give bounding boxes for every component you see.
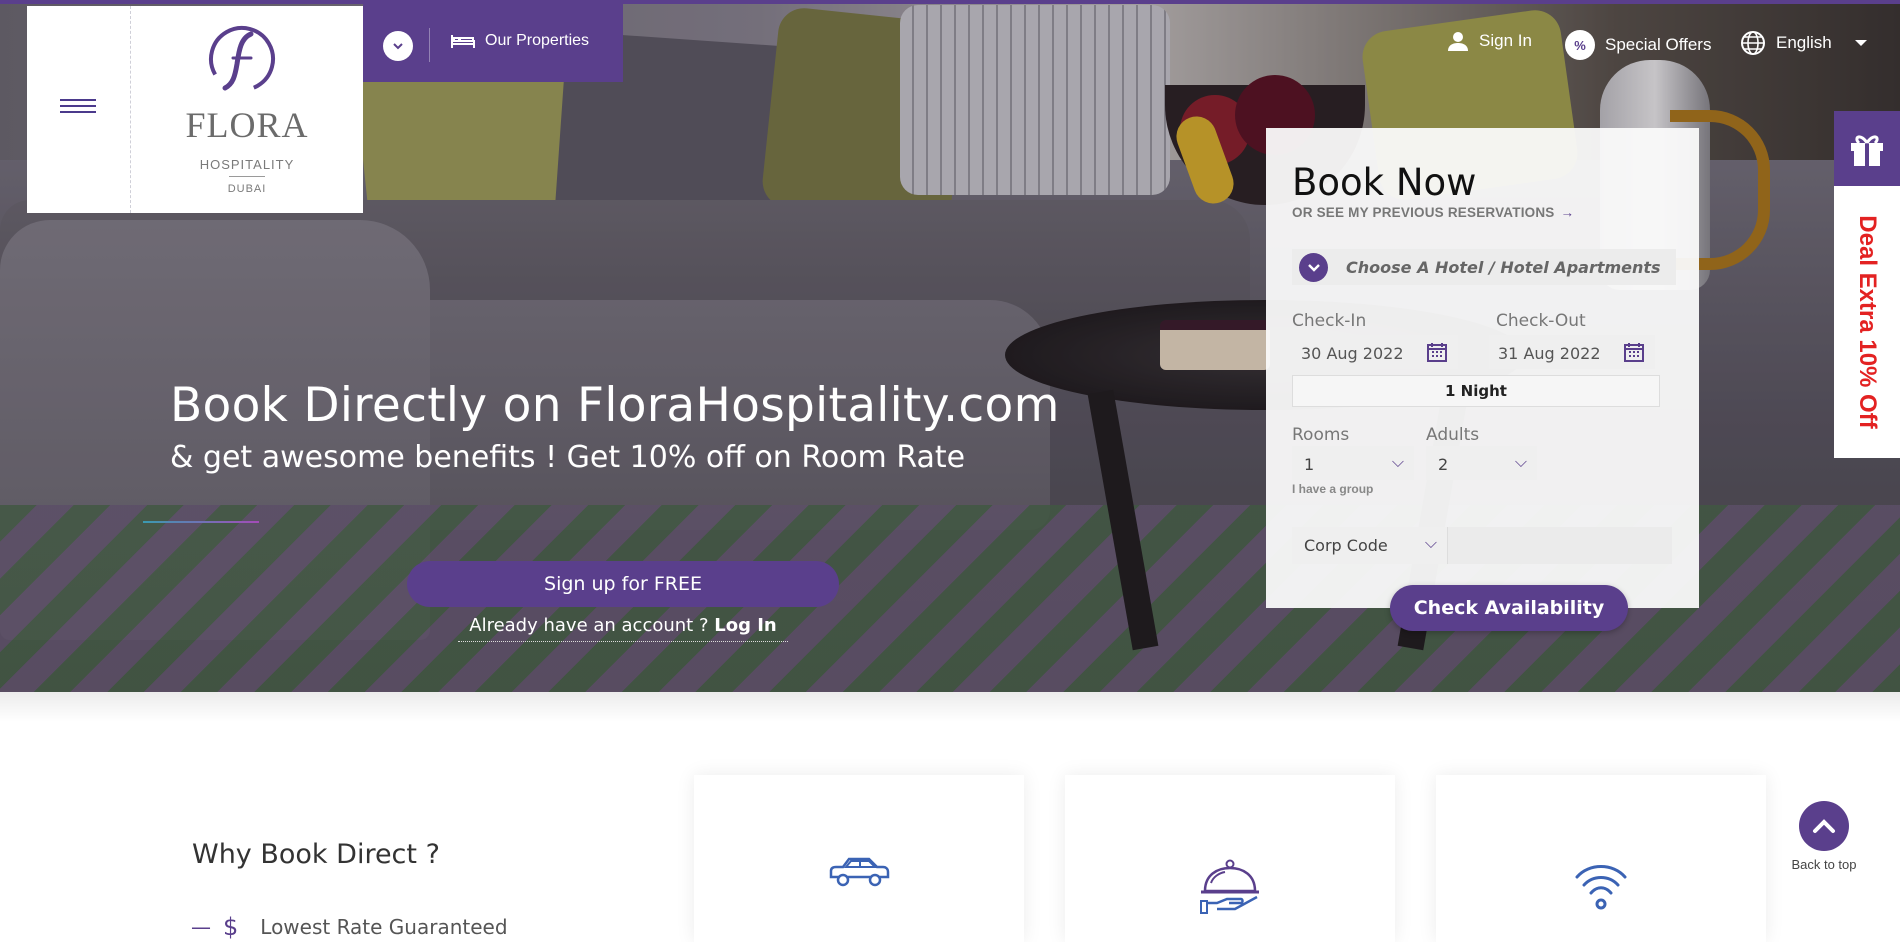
hotel-select[interactable]: Choose A Hotel / Hotel Apartments bbox=[1292, 249, 1676, 285]
hero-subtitle: & get awesome benefits ! Get 10% off on … bbox=[170, 440, 966, 475]
sign-in-label: Sign In bbox=[1479, 31, 1532, 50]
special-offers-link[interactable]: % Special Offers bbox=[1565, 30, 1711, 60]
gift-icon bbox=[1851, 135, 1883, 166]
brand-divider bbox=[229, 176, 265, 177]
user-icon bbox=[1448, 32, 1468, 51]
benefit-label: Lowest Rate Guaranteed bbox=[260, 915, 508, 939]
check-out-label: Check-Out bbox=[1496, 311, 1586, 331]
globe-icon bbox=[1741, 31, 1765, 55]
offer-badge-icon: % bbox=[1565, 30, 1595, 60]
check-in-label: Check-In bbox=[1292, 311, 1367, 331]
previous-reservations-label: OR SEE MY PREVIOUS RESERVATIONS bbox=[1292, 205, 1555, 220]
dash-icon: — bbox=[191, 915, 211, 939]
bed-icon bbox=[451, 35, 475, 48]
check-in-value: 30 Aug 2022 bbox=[1301, 344, 1404, 363]
properties-bar: Our Properties bbox=[363, 4, 623, 82]
hero-shadow bbox=[0, 692, 1900, 722]
deal-label: Deal Extra 10% Off bbox=[1854, 215, 1881, 429]
adults-select[interactable]: 2 ⌵ bbox=[1426, 446, 1537, 480]
hero-underline bbox=[143, 521, 259, 523]
arrow-right-icon: → bbox=[1560, 205, 1575, 220]
page: FLORA HOSPITALITY DUBAI Our Properties S… bbox=[0, 0, 1900, 942]
car-icon bbox=[829, 857, 890, 887]
brand-name: FLORA bbox=[185, 105, 309, 145]
chevron-down-icon bbox=[393, 43, 403, 50]
brand-location: DUBAI bbox=[227, 183, 267, 195]
wifi-icon bbox=[1575, 865, 1627, 910]
hero-title: Book Directly on FloraHospitality.com bbox=[170, 378, 1060, 433]
benefit-card bbox=[694, 775, 1024, 942]
check-in-date-field[interactable]: 30 Aug 2022 bbox=[1292, 335, 1458, 369]
adults-value: 2 bbox=[1438, 455, 1449, 474]
login-link[interactable]: Log In bbox=[714, 615, 777, 636]
caret-down-icon bbox=[1854, 40, 1867, 46]
chevron-down-icon: ⌵ bbox=[1424, 533, 1437, 552]
rooms-select[interactable]: 1 ⌵ bbox=[1292, 446, 1414, 480]
properties-dropdown-button[interactable] bbox=[383, 31, 413, 61]
language-selector[interactable]: English bbox=[1740, 30, 1868, 56]
benefit-card bbox=[1436, 775, 1766, 942]
back-to-top-label: Back to top bbox=[1791, 857, 1857, 872]
login-prompt-text: Already have an account ? bbox=[469, 615, 709, 636]
rooms-value: 1 bbox=[1304, 455, 1315, 474]
booking-panel: Book Now OR SEE MY PREVIOUS RESERVATIONS… bbox=[1266, 128, 1699, 608]
check-out-value: 31 Aug 2022 bbox=[1498, 344, 1601, 363]
our-properties-link[interactable]: Our Properties bbox=[451, 32, 589, 50]
hamburger-menu-icon[interactable] bbox=[60, 99, 96, 115]
sign-in-link[interactable]: Sign In bbox=[1447, 30, 1532, 52]
corp-code-label: Corp Code bbox=[1304, 536, 1388, 555]
our-properties-label: Our Properties bbox=[485, 32, 590, 49]
language-label: English bbox=[1776, 33, 1832, 52]
chevron-up-icon bbox=[1799, 801, 1849, 851]
chevron-down-icon: ⌵ bbox=[1514, 452, 1527, 471]
previous-reservations-link[interactable]: OR SEE MY PREVIOUS RESERVATIONS → bbox=[1292, 205, 1574, 220]
calendar-icon bbox=[1624, 343, 1644, 362]
group-booking-link[interactable]: I have a group bbox=[1292, 482, 1373, 496]
benefit-card bbox=[1065, 775, 1395, 942]
adults-label: Adults bbox=[1426, 425, 1480, 445]
flora-logo-icon[interactable] bbox=[207, 24, 277, 94]
corp-code-input[interactable] bbox=[1447, 527, 1672, 564]
why-book-direct-title: Why Book Direct ? bbox=[192, 839, 440, 870]
room-service-icon bbox=[1200, 859, 1259, 914]
back-to-top-button[interactable]: Back to top bbox=[1788, 801, 1860, 872]
chevron-down-icon: ⌵ bbox=[1391, 452, 1404, 471]
login-prompt: Already have an account ? Log In bbox=[458, 615, 788, 642]
check-out-date-field[interactable]: 31 Aug 2022 bbox=[1489, 335, 1655, 369]
nights-count: 1 Night bbox=[1292, 375, 1660, 407]
properties-separator bbox=[429, 28, 430, 62]
dollar-icon: $ bbox=[223, 913, 239, 941]
calendar-icon bbox=[1427, 343, 1447, 362]
brand-subtitle: HOSPITALITY bbox=[199, 157, 295, 172]
special-offers-label: Special Offers bbox=[1605, 35, 1712, 54]
rooms-label: Rooms bbox=[1292, 425, 1350, 445]
corp-code-select[interactable]: Corp Code ⌵ bbox=[1292, 527, 1447, 564]
top-accent-line bbox=[0, 0, 1900, 4]
check-availability-button[interactable]: Check Availability bbox=[1390, 585, 1628, 631]
deal-tab[interactable]: Deal Extra 10% Off bbox=[1834, 186, 1900, 458]
benefit-item: — $ Lowest Rate Guaranteed bbox=[191, 913, 508, 941]
sign-up-button[interactable]: Sign up for FREE bbox=[407, 561, 839, 607]
logo-panel: FLORA HOSPITALITY DUBAI bbox=[27, 6, 363, 213]
chevron-down-icon bbox=[1299, 253, 1328, 282]
booking-title: Book Now bbox=[1292, 161, 1477, 204]
gift-button[interactable] bbox=[1834, 111, 1900, 186]
hotel-select-placeholder: Choose A Hotel / Hotel Apartments bbox=[1346, 258, 1661, 277]
